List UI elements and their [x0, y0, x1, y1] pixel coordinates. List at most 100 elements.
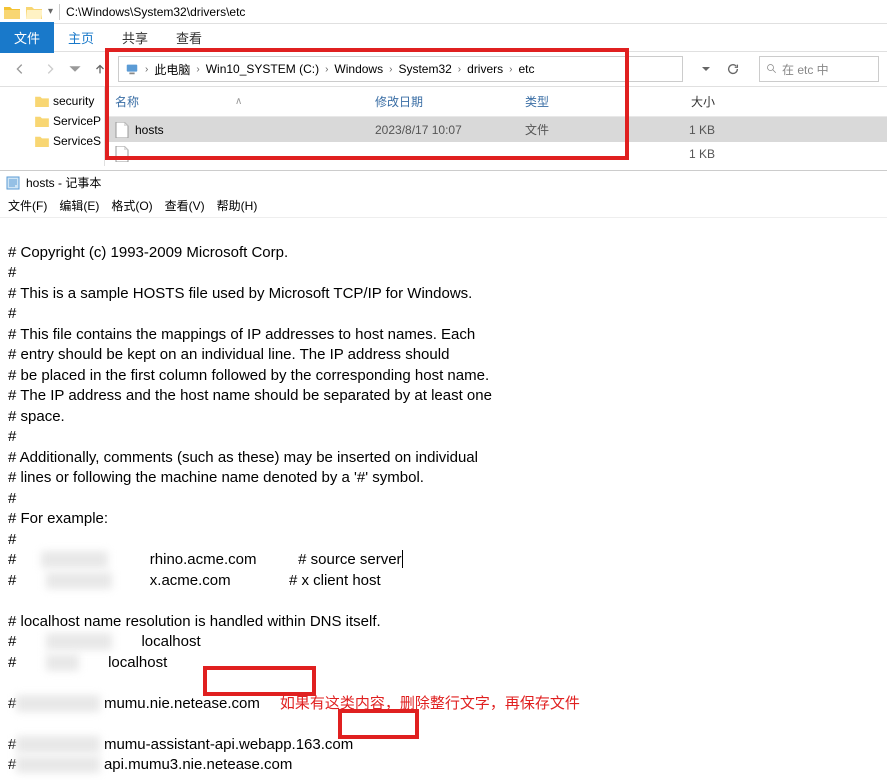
breadcrumb[interactable]: › 此电脑 › Win10_SYSTEM (C:) › Windows › Sy… — [118, 56, 683, 82]
redacted-ip: 00000000 — [41, 551, 108, 568]
crumb-pc[interactable]: 此电脑 — [150, 61, 194, 78]
nav-bar: › 此电脑 › Win10_SYSTEM (C:) › Windows › Sy… — [0, 52, 887, 86]
menu-view[interactable]: 查看(V) — [165, 197, 205, 214]
menu-help[interactable]: 帮助(H) — [217, 197, 258, 214]
back-button[interactable] — [8, 57, 32, 81]
hosts-line: localhost — [112, 633, 200, 650]
menu-format[interactable]: 格式(O) — [111, 197, 152, 214]
explorer-body: security ServiceP ServiceS 名称 ∧ 修改日期 类型 … — [0, 86, 887, 166]
hosts-line: # — [8, 551, 41, 568]
list-panel: 名称 ∧ 修改日期 类型 大小 hosts 2023/8/17 10:07 文件… — [105, 87, 887, 166]
redacted-ip: 0000000000 — [16, 695, 99, 712]
tree-label: security — [53, 94, 94, 108]
search-placeholder: 在 etc 中 — [782, 61, 829, 78]
menu-edit[interactable]: 编辑(E) — [59, 197, 99, 214]
folder-icon — [4, 5, 20, 19]
hosts-line: # Copyright (c) 1993-2009 Microsoft Corp… — [8, 244, 288, 261]
tree-item[interactable]: ServiceP — [35, 111, 104, 131]
tab-share[interactable]: 共享 — [108, 22, 162, 53]
tree-item[interactable]: security — [35, 91, 104, 111]
file-date: 2023/8/17 10:07 — [375, 123, 525, 137]
hosts-domain-163: 163.com — [296, 736, 354, 753]
hosts-line: # — [8, 428, 16, 445]
folder-open-icon — [26, 5, 42, 19]
chevron-icon: › — [507, 64, 514, 75]
hosts-line: x.acme.com # x client host — [112, 572, 380, 589]
file-row[interactable]: 1 KB — [105, 142, 887, 166]
redacted-ip: 00000000 — [46, 633, 113, 650]
hosts-line: mumu-assistant-api.webapp. — [100, 736, 296, 753]
redacted-ip: 00000000 — [46, 572, 113, 589]
col-date[interactable]: 修改日期 — [375, 93, 525, 110]
hosts-line: # — [8, 305, 16, 322]
hosts-line: # — [8, 633, 46, 650]
tab-file[interactable]: 文件 — [0, 22, 54, 53]
tree-panel: security ServiceP ServiceS — [0, 87, 105, 166]
crumb-system32[interactable]: System32 — [394, 62, 455, 76]
hosts-line: rhino.acme.com # source server — [108, 551, 401, 568]
refresh-button[interactable] — [721, 57, 745, 81]
hosts-line: # localhost name resolution is handled w… — [8, 613, 381, 630]
notepad-content[interactable]: # Copyright (c) 1993-2009 Microsoft Corp… — [0, 218, 887, 780]
crumb-etc[interactable]: etc — [515, 62, 539, 76]
list-header: 名称 ∧ 修改日期 类型 大小 — [105, 87, 887, 117]
up-button[interactable] — [88, 57, 112, 81]
folder-icon — [35, 135, 49, 147]
search-icon — [766, 63, 778, 75]
hosts-line: localhost — [79, 654, 167, 671]
crumb-drivers[interactable]: drivers — [463, 62, 507, 76]
crumb-windows[interactable]: Windows — [330, 62, 387, 76]
col-size[interactable]: 大小 — [635, 93, 715, 110]
folder-icon — [35, 95, 49, 107]
notepad-title: hosts - 记事本 — [26, 174, 101, 191]
tree-label: ServiceS — [53, 134, 101, 148]
hosts-line: # — [8, 490, 16, 507]
hosts-line: # For example: — [8, 510, 108, 527]
redacted-ip: 0000000000 — [16, 756, 99, 773]
file-name: hosts — [135, 123, 164, 137]
file-icon — [115, 146, 129, 162]
chevron-icon: › — [194, 64, 201, 75]
menu-file[interactable]: 文件(F) — [8, 197, 47, 214]
tab-view[interactable]: 查看 — [162, 22, 216, 53]
address-dropdown[interactable] — [697, 57, 715, 81]
forward-button[interactable] — [38, 57, 62, 81]
annotation-text: 如果有这类内容，删除整行文字，再保存文件 — [280, 695, 580, 712]
hosts-line: # Additionally, comments (such as these)… — [8, 449, 478, 466]
hosts-line: # This is a sample HOSTS file used by Mi… — [8, 285, 472, 302]
file-row-hosts[interactable]: hosts 2023/8/17 10:07 文件 1 KB — [105, 117, 887, 142]
hosts-domain-netease: netease.com — [174, 695, 260, 712]
tree-label: ServiceP — [53, 114, 101, 128]
redacted-ip: 0000000000 — [16, 736, 99, 753]
sort-asc-icon: ∧ — [235, 96, 242, 107]
chevron-icon: › — [323, 64, 330, 75]
file-type: 文件 — [525, 121, 635, 138]
redacted-ip: 0000 — [46, 654, 79, 671]
recent-dropdown[interactable] — [68, 57, 82, 81]
hosts-line: # entry should be kept on an individual … — [8, 346, 449, 363]
hosts-line: # The IP address and the host name shoul… — [8, 387, 492, 404]
hosts-line: # This file contains the mappings of IP … — [8, 326, 475, 343]
search-input[interactable]: 在 etc 中 — [759, 56, 879, 82]
hosts-line: # lines or following the machine name de… — [8, 469, 424, 486]
hosts-line: # — [8, 264, 16, 281]
col-name[interactable]: 名称 ∧ — [115, 93, 375, 110]
pc-icon — [125, 62, 139, 76]
file-icon — [115, 122, 129, 138]
hosts-line: # be placed in the first column followed… — [8, 367, 489, 384]
tree-item[interactable]: ServiceS — [35, 131, 104, 151]
folder-icon — [35, 115, 49, 127]
notepad-icon — [6, 176, 20, 190]
ribbon-tabs: 文件 主页 共享 查看 — [0, 24, 887, 52]
crumb-drive[interactable]: Win10_SYSTEM (C:) — [202, 62, 323, 76]
tab-home[interactable]: 主页 — [54, 22, 108, 53]
chevron-icon: › — [456, 64, 463, 75]
hosts-line: # space. — [8, 408, 65, 425]
notepad-menu: 文件(F) 编辑(E) 格式(O) 查看(V) 帮助(H) — [0, 194, 887, 218]
file-size: 1 KB — [635, 123, 715, 137]
hosts-line: api.mumu3.nie.netease.com — [100, 756, 293, 773]
chevron-icon: › — [143, 64, 150, 75]
hosts-line: # — [8, 572, 46, 589]
col-type[interactable]: 类型 — [525, 93, 635, 110]
notepad-titlebar: hosts - 记事本 — [0, 171, 887, 194]
